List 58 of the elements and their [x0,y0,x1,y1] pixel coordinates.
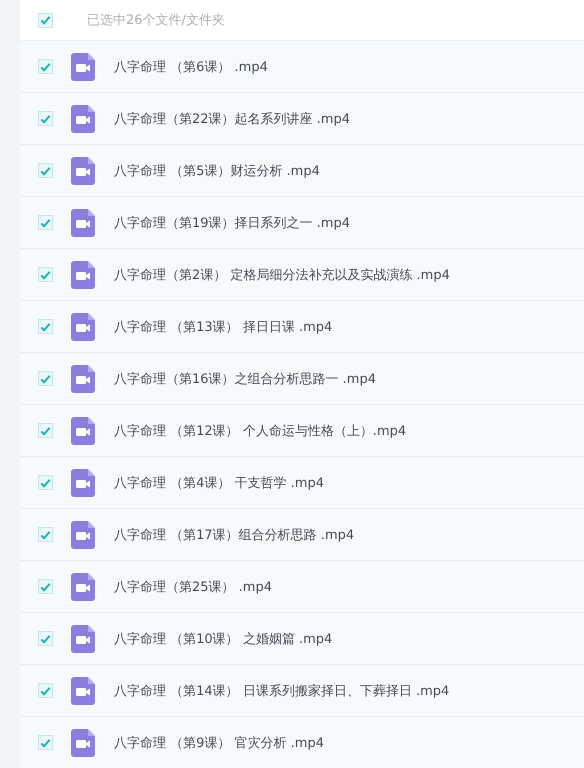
file-checkbox[interactable] [38,423,53,438]
file-checkbox[interactable] [38,579,53,594]
file-row[interactable]: 八字命理（第19课）择日系列之一 .mp4 [20,197,584,249]
file-name: 八字命理 （第17课）组合分析思路 .mp4 [114,526,354,544]
file-name: 八字命理 （第5课）财运分析 .mp4 [114,162,320,180]
file-row[interactable]: 八字命理（第22课）起名系列讲座 .mp4 [20,93,584,145]
select-all-checkbox[interactable] [38,12,53,28]
file-row[interactable]: 八字命理（第2课） 定格局细分法补充以及实战演练 .mp4 [20,249,584,301]
file-row[interactable]: 八字命理 （第13课） 择日日课 .mp4 [20,301,584,353]
file-checkbox[interactable] [38,683,53,698]
file-row[interactable]: 八字命理 （第5课）财运分析 .mp4 [20,145,584,197]
file-name: 八字命理（第19课）择日系列之一 .mp4 [114,214,350,232]
file-row[interactable]: 八字命理 （第10课） 之婚姻篇 .mp4 [20,613,584,665]
file-row[interactable]: 八字命理 （第14课） 日课系列搬家择日、下葬择日 .mp4 [20,665,584,717]
file-name: 八字命理 （第12课） 个人命运与性格（上）.mp4 [114,422,406,440]
file-checkbox[interactable] [38,475,53,490]
video-file-icon [71,312,95,340]
video-file-icon [71,468,95,496]
video-file-icon [71,728,95,756]
file-name: 八字命理 （第13课） 择日日课 .mp4 [114,318,332,336]
video-file-icon [71,520,95,548]
file-name: 八字命理（第22课）起名系列讲座 .mp4 [114,110,350,128]
file-row[interactable]: 八字命理 （第4课） 干支哲学 .mp4 [20,457,584,509]
file-checkbox[interactable] [38,371,53,386]
video-file-icon [71,260,95,288]
file-name: 八字命理 （第6课） .mp4 [114,58,268,76]
file-row[interactable]: 八字命理 （第6课） .mp4 [20,41,584,93]
file-row[interactable]: 八字命理 （第9课） 官灾分析 .mp4 [20,717,584,768]
file-checkbox[interactable] [38,163,53,178]
file-checkbox[interactable] [38,215,53,230]
video-file-icon [71,364,95,392]
file-checkbox[interactable] [38,735,53,750]
file-name: 八字命理（第25课） .mp4 [114,578,272,596]
file-row[interactable]: 八字命理 （第17课）组合分析思路 .mp4 [20,509,584,561]
video-file-icon [71,104,95,132]
video-file-icon [71,208,95,236]
file-checkbox[interactable] [38,527,53,542]
file-name: 八字命理 （第10课） 之婚姻篇 .mp4 [114,630,332,648]
file-checkbox[interactable] [38,111,53,126]
video-file-icon [71,676,95,704]
file-name: 八字命理（第2课） 定格局细分法补充以及实战演练 .mp4 [114,266,450,284]
file-row[interactable]: 八字命理（第25课） .mp4 [20,561,584,613]
file-name: 八字命理 （第9课） 官灾分析 .mp4 [114,734,324,752]
file-name: 八字命理 （第14课） 日课系列搬家择日、下葬择日 .mp4 [114,682,450,700]
video-file-icon [71,624,95,652]
video-file-icon [71,572,95,600]
file-name: 八字命理（第16课）之组合分析思路一 .mp4 [114,370,376,388]
file-checkbox[interactable] [38,59,53,74]
video-file-icon [71,52,95,80]
file-checkbox[interactable] [38,267,53,282]
file-row[interactable]: 八字命理（第16课）之组合分析思路一 .mp4 [20,353,584,405]
file-row[interactable]: 八字命理 （第12课） 个人命运与性格（上）.mp4 [20,405,584,457]
video-file-icon [71,156,95,184]
file-checkbox[interactable] [38,631,53,646]
file-name: 八字命理 （第4课） 干支哲学 .mp4 [114,474,324,492]
selection-count: 已选中26个文件/文件夹 [87,12,225,29]
video-file-icon [71,416,95,444]
file-checkbox[interactable] [38,319,53,334]
